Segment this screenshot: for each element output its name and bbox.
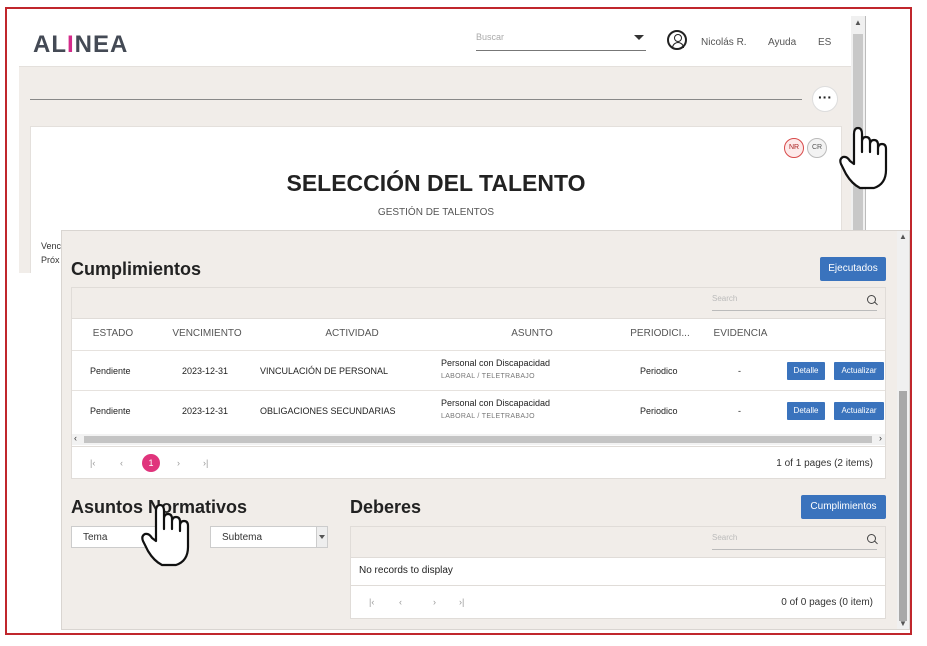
cell-evidencia: - (738, 366, 741, 376)
scroll-left-icon[interactable]: ‹ (74, 433, 77, 443)
first-page-icon[interactable]: |‹ (369, 597, 374, 607)
hand-cursor-icon (839, 126, 888, 190)
column-header-estado[interactable]: ESTADO (92, 328, 134, 339)
clipped-label-prox: Próx (41, 255, 60, 265)
scroll-up-icon[interactable]: ▲ (899, 232, 907, 241)
scroll-right-icon[interactable]: › (879, 433, 882, 443)
page-button-current[interactable]: 1 (142, 454, 160, 472)
column-header-vencimiento[interactable]: VENCIMIENTO (167, 328, 247, 339)
page-info: 1 of 1 pages (2 items) (776, 458, 873, 469)
top-bar: ALINEA Buscar Nicolás R. Ayuda ES (19, 16, 851, 67)
scrollbar-thumb[interactable] (84, 436, 872, 443)
tema-placeholder: Tema (83, 532, 108, 543)
divider (30, 99, 802, 100)
hand-cursor-icon (141, 503, 190, 567)
cell-vencimiento: 2023-12-31 (182, 366, 229, 376)
cell-asunto: Personal con Discapacidad (441, 358, 551, 368)
cumplimientos-button[interactable]: Cumplimientos (801, 495, 886, 519)
deberes-heading: Deberes (350, 497, 422, 517)
user-avatar-icon[interactable] (667, 30, 687, 50)
grid-toolbar: Search (351, 527, 885, 558)
prev-page-icon[interactable]: ‹ (399, 597, 402, 607)
detalle-button[interactable]: Detalle (787, 362, 825, 380)
last-page-icon[interactable]: ›| (459, 597, 464, 607)
next-page-icon[interactable]: › (433, 597, 436, 607)
column-header-asunto[interactable]: ASUNTO (492, 328, 572, 339)
cell-asunto-category: LABORAL / TELETRABAJO (441, 373, 535, 380)
column-header-actividad[interactable]: ACTIVIDAD (312, 328, 392, 339)
cumplimientos-grid: Search ESTADO VENCIMIENTO ACTIVIDAD ASUN… (71, 287, 886, 479)
language-selector[interactable]: ES (818, 37, 831, 48)
next-page-icon[interactable]: › (177, 458, 180, 468)
scroll-down-icon[interactable]: ▼ (899, 619, 907, 628)
column-header-periodicidad[interactable]: PERIODICI... (625, 328, 695, 339)
detalle-button[interactable]: Detalle (787, 402, 825, 420)
cell-asunto-category: LABORAL / TELETRABAJO (441, 413, 535, 420)
table-row[interactable]: Pendiente 2023-12-31 VINCULACIÓN DE PERS… (72, 350, 885, 391)
cell-asunto: Personal con Discapacidad (441, 398, 551, 408)
cell-vencimiento: 2023-12-31 (182, 406, 229, 416)
deberes-grid: Search No records to display |‹ ‹ › ›| 0… (350, 526, 886, 619)
help-link[interactable]: Ayuda (768, 37, 796, 48)
nr-badge[interactable]: NR (784, 138, 804, 158)
cr-badge[interactable]: CR (807, 138, 827, 158)
grid-search-input[interactable]: Search (712, 294, 877, 311)
horizontal-scrollbar[interactable]: ‹ › (72, 433, 885, 445)
search-placeholder: Buscar (476, 32, 505, 42)
actualizar-button[interactable]: Actualizar (834, 402, 884, 420)
prev-page-icon[interactable]: ‹ (120, 458, 123, 468)
chevron-down-icon[interactable] (634, 35, 644, 40)
empty-message: No records to display (359, 565, 453, 576)
app-logo[interactable]: ALINEA (33, 31, 128, 59)
pagination: |‹ ‹ › ›| 0 of 0 pages (0 item) (351, 585, 885, 619)
cell-estado: Pendiente (90, 366, 131, 376)
search-placeholder: Search (712, 294, 738, 303)
cell-actividad: VINCULACIÓN DE PERSONAL (260, 366, 389, 376)
grid-toolbar: Search (72, 288, 885, 319)
actualizar-button[interactable]: Actualizar (834, 362, 884, 380)
cell-evidencia: - (738, 406, 741, 416)
cumplimientos-heading: Cumplimientos (71, 259, 202, 279)
column-header-evidencia[interactable]: EVIDENCIA (708, 328, 773, 339)
cell-estado: Pendiente (90, 406, 131, 416)
search-icon[interactable] (867, 295, 876, 304)
scrollbar-thumb[interactable] (899, 391, 907, 621)
page-title: SELECCIÓN DEL TALENTO (286, 170, 586, 196)
search-placeholder: Search (712, 533, 738, 542)
chevron-down-icon[interactable] (316, 527, 327, 547)
last-page-icon[interactable]: ›| (203, 458, 208, 468)
first-page-icon[interactable]: |‹ (90, 458, 95, 468)
search-icon[interactable] (867, 534, 876, 543)
pagination: |‹ ‹ 1 › ›| 1 of 1 pages (2 items) (72, 446, 885, 479)
cell-periodicidad: Periodico (640, 366, 678, 376)
table-row[interactable]: Pendiente 2023-12-31 OBLIGACIONES SECUND… (72, 390, 885, 431)
scroll-up-icon[interactable]: ▲ (854, 18, 862, 27)
global-search-input[interactable]: Buscar (476, 32, 646, 51)
cell-periodicidad: Periodico (640, 406, 678, 416)
foreground-window: ▲ ▼ Cumplimientos Ejecutados Search ESTA… (61, 230, 910, 630)
user-name-link[interactable]: Nicolás R. (701, 37, 747, 48)
page-subtitle: GESTIÓN DE TALENTOS (377, 207, 495, 218)
panel-scrollbar[interactable]: ▲ ▼ (897, 231, 909, 629)
subtema-placeholder: Subtema (222, 532, 263, 543)
page-info: 0 of 0 pages (0 item) (781, 597, 873, 608)
ejecutados-button[interactable]: Ejecutados (820, 257, 886, 281)
clipped-label-venc: Venc (41, 241, 62, 251)
subtema-select[interactable]: Subtema (210, 526, 328, 548)
cell-actividad: OBLIGACIONES SECUNDARIAS (260, 406, 396, 416)
more-options-button[interactable]: ··· (812, 86, 838, 112)
grid-search-input[interactable]: Search (712, 533, 877, 550)
